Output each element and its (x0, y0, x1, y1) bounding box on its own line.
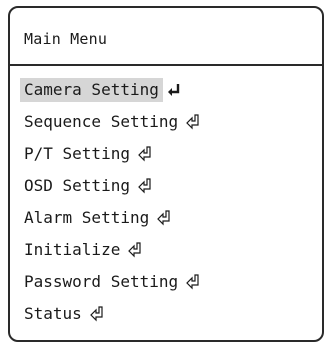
enter-icon (165, 81, 183, 99)
menu-item-label: Initialize (24, 240, 121, 259)
menu-item-sequence-setting[interactable]: Sequence Setting (20, 106, 202, 138)
menu-item-initialize[interactable]: Initialize (20, 234, 202, 266)
enter-icon (88, 305, 106, 323)
menu-item-camera-setting[interactable]: Camera Setting (20, 74, 202, 106)
menu-item-label: OSD Setting (24, 176, 130, 195)
menu-item-status[interactable]: Status (20, 298, 202, 330)
enter-icon (136, 145, 154, 163)
menu-item-pt-setting[interactable]: P/T Setting (20, 138, 202, 170)
main-menu-window: Main Menu Camera Setting Sequence Settin… (8, 6, 324, 342)
menu-item-alarm-setting[interactable]: Alarm Setting (20, 202, 202, 234)
enter-icon (155, 209, 173, 227)
menu-item-label: Password Setting (24, 272, 179, 291)
enter-icon (184, 113, 202, 131)
menu-list: Camera Setting Sequence Setting P/T Sett… (20, 74, 202, 330)
menu-item-label: Alarm Setting (24, 208, 150, 227)
menu-item-label: Status (24, 304, 82, 323)
menu-item-osd-setting[interactable]: OSD Setting (20, 170, 202, 202)
menu-item-label: Camera Setting (20, 78, 163, 102)
enter-icon (126, 241, 144, 259)
menu-item-label: P/T Setting (24, 144, 130, 163)
title-divider (10, 64, 322, 66)
enter-icon (136, 177, 154, 195)
menu-item-label: Sequence Setting (24, 112, 179, 131)
menu-title: Main Menu (24, 30, 108, 48)
enter-icon (184, 273, 202, 291)
menu-item-password-setting[interactable]: Password Setting (20, 266, 202, 298)
